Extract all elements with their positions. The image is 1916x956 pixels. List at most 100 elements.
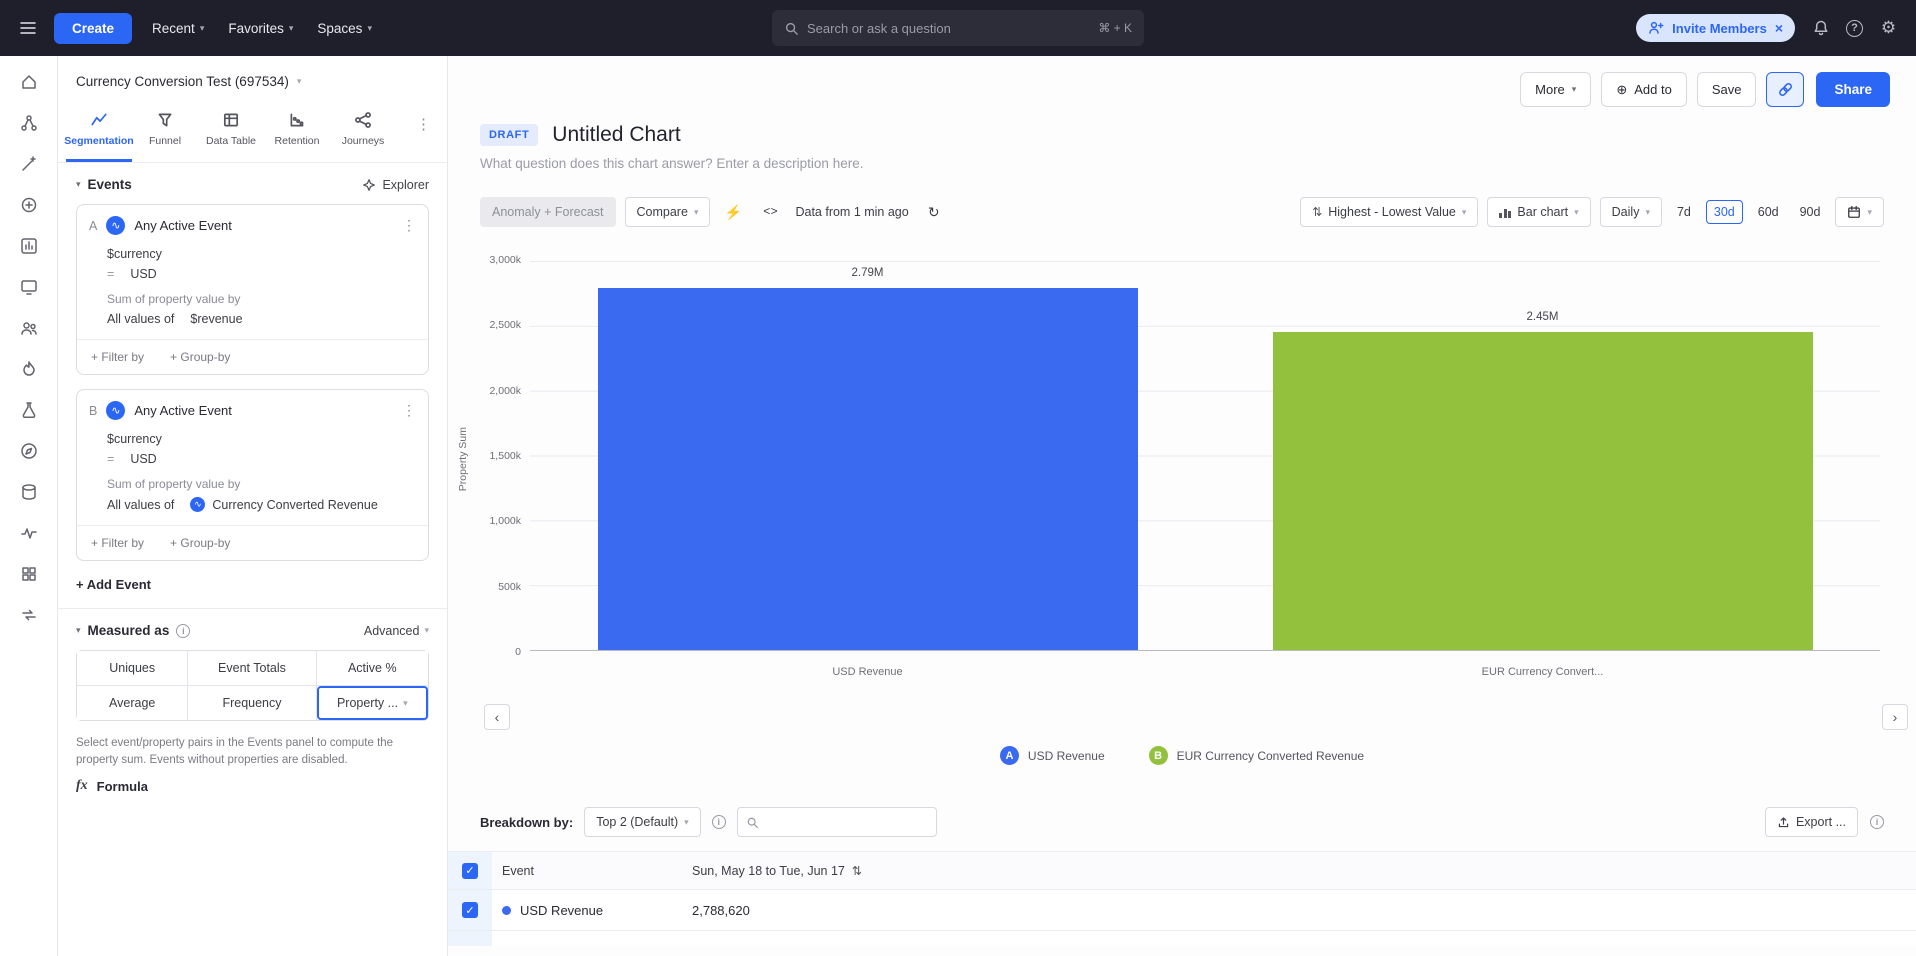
measure-uniques[interactable]: Uniques (77, 651, 188, 686)
search-input[interactable] (807, 21, 1090, 36)
tab-funnel[interactable]: Funnel (132, 101, 198, 162)
info-icon[interactable]: i (176, 624, 190, 638)
more-tabs-kebab-icon[interactable]: ⋮ (408, 101, 439, 147)
measure-property-sum[interactable]: Property ... ▾ (317, 686, 428, 720)
settings-gear-icon[interactable]: ⚙ (1879, 19, 1898, 38)
property-sum-row[interactable]: All values of ∿ Currency Converted Reven… (77, 494, 428, 515)
magic-wand-icon[interactable] (19, 154, 39, 174)
event-where-property[interactable]: $currency (77, 429, 428, 449)
range-60d[interactable]: 60d (1752, 200, 1785, 224)
advanced-dropdown[interactable]: Advanced ▾ (364, 624, 429, 638)
page-left-button[interactable]: ‹ (484, 704, 510, 730)
info-icon[interactable]: i (712, 815, 726, 829)
operand-value[interactable]: USD (130, 267, 156, 281)
collapse-chevron-icon[interactable]: ▾ (76, 625, 81, 636)
sort-order-dropdown[interactable]: ⇅ Highest - Lowest Value ▾ (1300, 197, 1478, 227)
group-by-button[interactable]: + Group-by (170, 350, 230, 364)
filter-by-button[interactable]: + Filter by (91, 536, 144, 550)
measure-active-pct[interactable]: Active % (317, 651, 428, 686)
explorer-button[interactable]: Explorer (362, 178, 429, 192)
favorites-menu[interactable]: Favorites ▾ (224, 15, 297, 42)
collapse-chevron-icon[interactable]: ▾ (76, 179, 81, 190)
measure-average[interactable]: Average (77, 686, 188, 720)
spaces-menu[interactable]: Spaces ▾ (313, 15, 376, 42)
range-90d[interactable]: 90d (1794, 200, 1827, 224)
heatmap-icon[interactable] (19, 564, 39, 584)
breakdown-top-selector[interactable]: Top 2 (Default) ▾ (584, 807, 701, 837)
add-to-button[interactable]: ⊕ Add to (1601, 72, 1687, 107)
dashboards-icon[interactable] (19, 277, 39, 297)
sync-icon[interactable] (19, 605, 39, 625)
notifications-bell-icon[interactable] (1811, 19, 1830, 38)
invite-members-button[interactable]: Invite Members × (1636, 14, 1795, 42)
legend-item-a[interactable]: A USD Revenue (1000, 746, 1105, 765)
table-row[interactable]: ✓ USD Revenue 2,788,620 (448, 890, 1916, 931)
sum-property[interactable]: ∿ Currency Converted Revenue (190, 497, 377, 512)
measure-frequency[interactable]: Frequency (188, 686, 316, 720)
copy-link-button[interactable] (1766, 72, 1804, 107)
event-column-header[interactable]: Event (492, 852, 682, 889)
project-selector[interactable]: Currency Conversion Test (697534) ▾ (58, 56, 447, 99)
tab-journeys[interactable]: Journeys (330, 101, 396, 162)
event-where-property[interactable]: $currency (77, 244, 428, 264)
chart-type-dropdown[interactable]: Bar chart ▾ (1487, 197, 1590, 227)
share-button[interactable]: Share (1816, 72, 1890, 107)
compare-button[interactable]: Compare ▾ (625, 197, 711, 227)
filter-by-button[interactable]: + Filter by (91, 350, 144, 364)
help-icon[interactable]: ? (1846, 20, 1863, 37)
close-icon[interactable]: × (1775, 21, 1783, 35)
info-icon[interactable]: i (1870, 815, 1884, 829)
date-range-picker[interactable]: ▾ (1835, 197, 1884, 227)
recent-menu[interactable]: Recent ▾ (148, 15, 208, 42)
range-7d[interactable]: 7d (1671, 200, 1697, 224)
chart-title[interactable]: Untitled Chart (552, 123, 680, 147)
charts-icon[interactable] (19, 236, 39, 256)
explore-icon[interactable] (19, 441, 39, 461)
hamburger-menu-icon[interactable] (18, 18, 38, 38)
event-where-condition[interactable]: = USD (77, 264, 428, 284)
date-range-column-header[interactable]: Sun, May 18 to Tue, Jun 17 ⇅ (682, 852, 1916, 889)
data-icon[interactable] (19, 482, 39, 502)
interval-dropdown[interactable]: Daily ▾ (1600, 197, 1662, 227)
users-icon[interactable] (19, 318, 39, 338)
home-icon[interactable] (19, 72, 39, 92)
breakdown-search[interactable] (737, 807, 937, 837)
event-where-condition[interactable]: = USD (77, 449, 428, 469)
row-checkbox[interactable]: ✓ (462, 902, 478, 918)
create-button[interactable]: Create (54, 13, 132, 44)
save-button[interactable]: Save (1697, 72, 1757, 107)
property-sum-row[interactable]: All values of $revenue (77, 309, 428, 329)
formula-button[interactable]: fx Formula (76, 778, 429, 794)
range-30d[interactable]: 30d (1706, 200, 1743, 224)
code-icon[interactable]: <> (756, 198, 784, 226)
add-event-button[interactable]: + Add Event (58, 575, 447, 608)
event-card-header[interactable]: A ∿ Any Active Event ⋮ (77, 205, 428, 244)
select-all-checkbox[interactable]: ✓ (462, 863, 478, 879)
bar-eur-converted-revenue[interactable]: 2.45M (1273, 332, 1813, 650)
refresh-icon[interactable]: ↻ (920, 198, 948, 226)
event-card-header[interactable]: B ∿ Any Active Event ⋮ (77, 390, 428, 429)
export-button[interactable]: Export ... (1765, 807, 1858, 837)
more-button[interactable]: More ▾ (1520, 72, 1591, 107)
event-kebab-icon[interactable]: ⋮ (402, 217, 416, 234)
sum-property[interactable]: $revenue (190, 312, 242, 326)
tab-retention[interactable]: Retention (264, 101, 330, 162)
objects-icon[interactable] (19, 113, 39, 133)
bar-usd-revenue[interactable]: 2.79M (598, 288, 1138, 650)
column-sort-icon[interactable]: ⇅ (852, 864, 862, 878)
lightning-icon[interactable]: ⚡ (719, 198, 747, 226)
add-circle-icon[interactable] (19, 195, 39, 215)
operand-value[interactable]: USD (130, 452, 156, 466)
legend-item-b[interactable]: B EUR Currency Converted Revenue (1149, 746, 1364, 765)
breakdown-search-input[interactable] (765, 815, 928, 829)
page-right-button[interactable]: › (1882, 704, 1908, 730)
event-kebab-icon[interactable]: ⋮ (402, 402, 416, 419)
tab-segmentation[interactable]: Segmentation (66, 101, 132, 162)
session-replay-icon[interactable] (19, 359, 39, 379)
chart-description-placeholder[interactable]: What question does this chart answer? En… (448, 147, 1916, 171)
group-by-button[interactable]: + Group-by (170, 536, 230, 550)
experiments-icon[interactable] (19, 400, 39, 420)
tab-data-table[interactable]: Data Table (198, 101, 264, 162)
measure-event-totals[interactable]: Event Totals (188, 651, 316, 686)
global-search[interactable]: ⌘ + K (772, 10, 1144, 46)
